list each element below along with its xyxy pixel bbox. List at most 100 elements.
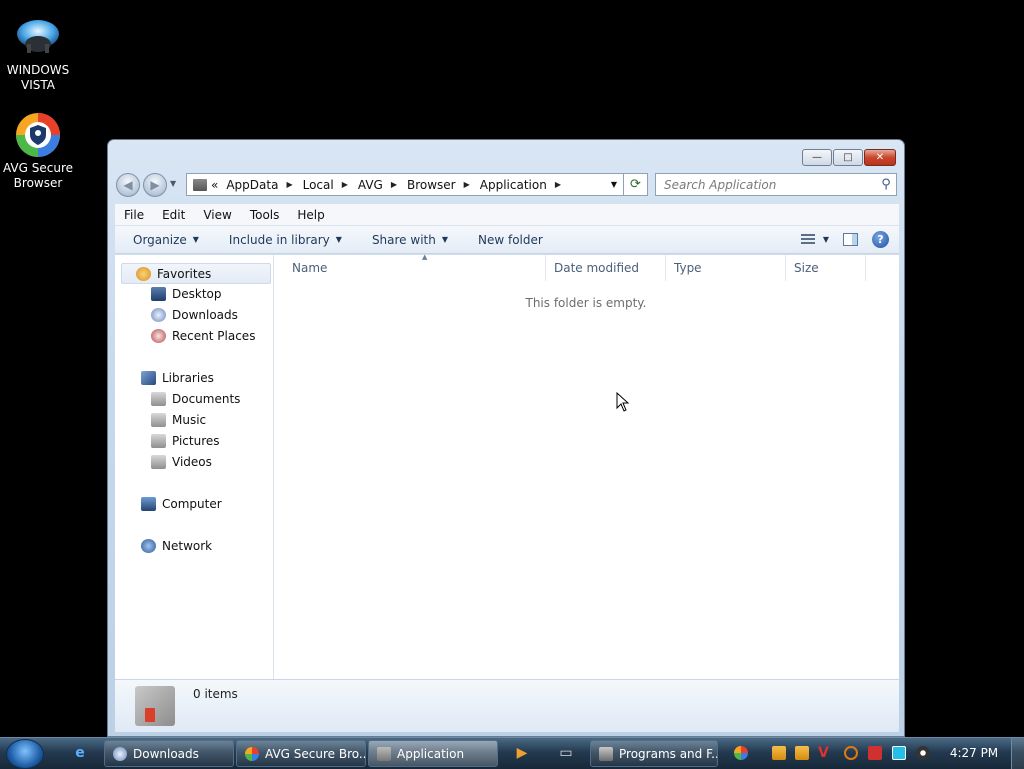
breadcrumb-arrow-icon[interactable]: ▶	[286, 180, 292, 189]
nav-item-computer[interactable]: Computer	[141, 497, 222, 511]
tray-icon-2[interactable]	[795, 746, 809, 760]
chevron-down-icon: ▼	[192, 235, 199, 244]
avg-browser-icon	[15, 112, 61, 158]
menu-edit[interactable]: Edit	[153, 208, 194, 222]
media-player-icon[interactable]: ▶	[512, 743, 532, 763]
breadcrumb-item-application[interactable]: Application	[480, 178, 547, 192]
search-icon[interactable]: ⚲	[876, 177, 896, 192]
programs-icon	[599, 746, 613, 761]
nav-item-desktop[interactable]: Desktop	[151, 287, 222, 301]
taskbar-button-application[interactable]: Application	[368, 740, 498, 767]
taskbar-button-label: Application	[397, 746, 465, 761]
breadcrumb-arrow-icon[interactable]: ▶	[342, 180, 348, 189]
back-button[interactable]: ◀	[116, 173, 140, 197]
v-tray-icon[interactable]: V	[818, 746, 832, 760]
mouse-cursor-icon	[616, 391, 630, 415]
downloads-icon	[151, 308, 166, 322]
forward-button[interactable]: ▶	[143, 173, 167, 197]
share-with-button[interactable]: Share with ▼	[372, 233, 448, 247]
videos-icon	[151, 455, 166, 469]
search-input[interactable]	[662, 176, 876, 193]
menu-bar: File Edit View Tools Help	[115, 204, 899, 226]
show-desktop-button[interactable]	[1011, 738, 1024, 769]
new-folder-button[interactable]: New folder	[478, 233, 543, 247]
address-overflow[interactable]: «	[211, 178, 218, 192]
new-folder-label: New folder	[478, 232, 543, 247]
breadcrumb-item-appdata[interactable]: AppData	[226, 178, 278, 192]
details-pane: 0 items	[115, 679, 899, 732]
nav-item-videos[interactable]: Videos	[151, 455, 212, 469]
breadcrumb-arrow-icon[interactable]: ▶	[391, 180, 397, 189]
column-label: Date modified	[554, 261, 640, 275]
column-header-size[interactable]: Size	[786, 255, 866, 281]
vista-disc-icon	[15, 14, 61, 60]
folder-icon	[193, 178, 207, 191]
folder-icon[interactable]: ▭	[556, 743, 576, 763]
recent-pages-dropdown[interactable]: ▼	[170, 179, 176, 188]
address-dropdown-icon[interactable]: ▼	[611, 180, 617, 189]
nav-label: Computer	[162, 497, 222, 511]
back-arrow-icon: ◀	[123, 178, 133, 192]
taskbar-button-programs-and-features[interactable]: Programs and F...	[590, 740, 718, 767]
nav-label: Downloads	[172, 308, 238, 322]
caption-buttons: — □ ✕	[802, 149, 896, 166]
internet-explorer-icon[interactable]: e	[70, 743, 90, 763]
desktop-icon-label: AVG Secure	[2, 161, 74, 175]
address-bar[interactable]: « AppData ▶ Local ▶ AVG ▶ Browser ▶ Applicat…	[186, 173, 624, 196]
nav-item-recent-places[interactable]: Recent Places	[151, 329, 255, 343]
taskbar-clock[interactable]: 4:27 PM	[944, 746, 1004, 760]
flag-tray-icon[interactable]	[868, 746, 882, 760]
menu-view[interactable]: View	[194, 208, 240, 222]
volume-tray-icon[interactable]	[916, 746, 930, 760]
avg-tray-icon[interactable]	[734, 746, 748, 760]
nav-item-network[interactable]: Network	[141, 539, 212, 553]
change-view-button[interactable]: ▼	[800, 233, 829, 246]
breadcrumb-arrow-icon[interactable]: ▶	[464, 180, 470, 189]
menu-help[interactable]: Help	[288, 208, 333, 222]
chevron-down-icon: ▼	[822, 235, 829, 244]
nav-label: Desktop	[172, 287, 222, 301]
column-label: Size	[794, 261, 819, 275]
breadcrumb-item-local[interactable]: Local	[303, 178, 334, 192]
nav-item-pictures[interactable]: Pictures	[151, 434, 220, 448]
preview-pane-button[interactable]	[843, 233, 858, 246]
column-header-name[interactable]: Name ▲	[284, 253, 546, 281]
desktop-icon-windows-vista[interactable]: WINDOWS VISTA	[0, 14, 76, 93]
computer-icon	[141, 497, 156, 511]
network-tray-icon[interactable]	[892, 746, 906, 760]
navigation-pane: Favorites Desktop Downloads Recent Place…	[115, 255, 274, 679]
nav-item-documents[interactable]: Documents	[151, 392, 240, 406]
start-button[interactable]	[6, 739, 44, 769]
close-button[interactable]: ✕	[864, 149, 896, 166]
breadcrumb-arrow-icon[interactable]: ▶	[555, 180, 561, 189]
nav-item-favorites[interactable]: Favorites	[121, 263, 271, 284]
explorer-window: — □ ✕ ◀ ▶ ▼ « AppData ▶ Local ▶ AVG ▶ Brows…	[107, 139, 905, 737]
tray-icon-1[interactable]	[772, 746, 786, 760]
nav-item-libraries[interactable]: Libraries	[141, 371, 214, 385]
include-in-library-label: Include in library	[228, 232, 330, 247]
refresh-button[interactable]: ⟳	[624, 173, 648, 196]
include-in-library-button[interactable]: Include in library ▼	[229, 233, 342, 247]
magnifier-tray-icon[interactable]	[844, 746, 858, 760]
nav-label: Documents	[172, 392, 241, 406]
downloads-icon	[113, 746, 127, 761]
column-header-type[interactable]: Type	[666, 255, 786, 281]
help-button[interactable]: ?	[872, 231, 889, 248]
desktop-icon-label: WINDOWS	[6, 63, 70, 77]
search-box: ⚲	[655, 173, 897, 196]
minimize-button[interactable]: —	[802, 149, 832, 166]
breadcrumb-item-avg[interactable]: AVG	[358, 178, 383, 192]
taskbar-button-downloads[interactable]: Downloads	[104, 740, 234, 767]
folder-icon	[135, 686, 175, 726]
organize-button[interactable]: Organize ▼	[133, 233, 199, 247]
desktop-icon-avg-secure-browser[interactable]: AVG Secure Browser	[0, 112, 76, 191]
menu-file[interactable]: File	[115, 208, 153, 222]
desktop-icon-label: Browser	[13, 176, 63, 190]
nav-item-downloads[interactable]: Downloads	[151, 308, 238, 322]
taskbar-button-avg-browser[interactable]: AVG Secure Bro...	[236, 740, 366, 767]
maximize-button[interactable]: □	[833, 149, 863, 166]
nav-item-music[interactable]: Music	[151, 413, 206, 427]
column-header-date-modified[interactable]: Date modified	[546, 255, 666, 281]
breadcrumb-item-browser[interactable]: Browser	[407, 178, 456, 192]
menu-tools[interactable]: Tools	[241, 208, 289, 222]
